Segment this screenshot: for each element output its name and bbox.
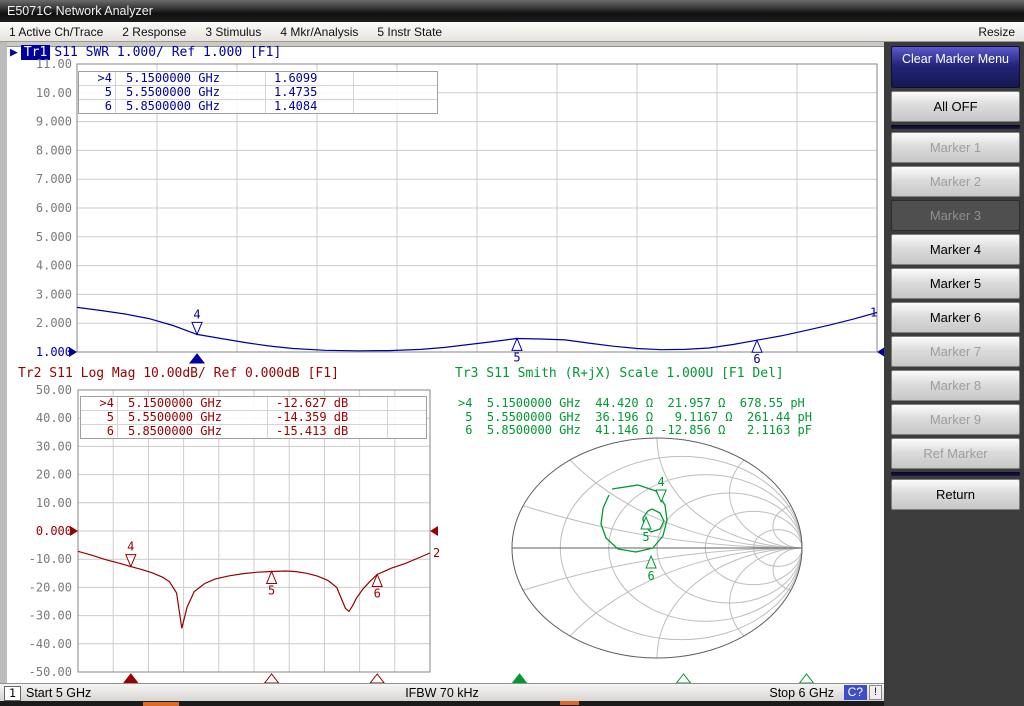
menu-response[interactable]: 2 Response — [122, 25, 186, 39]
sweep-start-readout: Start 5 GHz — [26, 686, 91, 700]
softkey-group-separator — [891, 472, 1020, 476]
svg-text:-40.00: -40.00 — [29, 637, 72, 651]
softkey-menu-title: Clear Marker Menu — [891, 46, 1020, 88]
svg-text:1.000: 1.000 — [36, 345, 72, 359]
menu-bar: 1 Active Ch/Trace 2 Response 3 Stimulus … — [0, 22, 1024, 42]
marker-row: >45.1500000 GHz-12.627 dB — [81, 397, 426, 411]
marker-row: 55.5500000 GHz-14.359 dB — [81, 411, 426, 425]
svg-text:-20.00: -20.00 — [29, 580, 72, 594]
svg-text:4: 4 — [193, 307, 200, 321]
warning-indicator[interactable]: ! — [869, 685, 882, 700]
marker-row: 5 5.5500000 GHz 36.196 Ω 9.1167 Ω 261.44… — [458, 411, 812, 425]
svg-text:10.00: 10.00 — [36, 86, 72, 100]
marker-row: 55.5500000 GHz1.4735 — [79, 86, 437, 100]
svg-text:30.00: 30.00 — [36, 439, 72, 453]
svg-text:2: 2 — [433, 546, 440, 560]
softkey-marker-8[interactable]: Marker 8 — [891, 370, 1020, 401]
marker-row: 65.8500000 GHz-15.413 dB — [81, 425, 426, 438]
svg-text:9.000: 9.000 — [36, 115, 72, 129]
svg-text:0.000: 0.000 — [36, 524, 72, 538]
ifbw-readout: IFBW 70 kHz — [405, 686, 479, 700]
svg-text:6: 6 — [753, 352, 760, 366]
svg-text:8.000: 8.000 — [36, 143, 72, 157]
menu-mkr-analysis[interactable]: 4 Mkr/Analysis — [280, 25, 358, 39]
svg-text:1: 1 — [870, 306, 877, 320]
title-bar[interactable]: E5071C Network Analyzer — [0, 0, 1024, 22]
tr3-marker-readout: >4 5.1500000 GHz 44.420 Ω 21.957 Ω 678.5… — [458, 397, 812, 438]
svg-text:-50.00: -50.00 — [29, 665, 72, 679]
svg-text:50.00: 50.00 — [36, 383, 72, 397]
marker-row: >45.1500000 GHz1.6099 — [79, 72, 437, 86]
svg-text:6: 6 — [647, 569, 654, 583]
tr2-marker-readout: >45.1500000 GHz-12.627 dB55.5500000 GHz-… — [80, 396, 427, 439]
svg-text:40.00: 40.00 — [36, 411, 72, 425]
svg-text:4: 4 — [127, 540, 134, 554]
softkey-return[interactable]: Return — [891, 479, 1020, 510]
svg-text:3.000: 3.000 — [36, 287, 72, 301]
softkey-marker-1[interactable]: Marker 1 — [891, 132, 1020, 163]
softkey-group-separator — [891, 125, 1020, 129]
svg-text:5: 5 — [268, 583, 275, 597]
svg-text:5.000: 5.000 — [36, 230, 72, 244]
menu-instr-state[interactable]: 5 Instr State — [377, 25, 442, 39]
softkey-marker-2[interactable]: Marker 2 — [891, 166, 1020, 197]
instrument-screen: E5071C Network Analyzer 1 Active Ch/Trac… — [0, 0, 1024, 706]
softkey-sidebar: Clear Marker Menu All OFFMarker 1Marker … — [884, 42, 1024, 706]
softkey-ref-marker[interactable]: Ref Marker — [891, 438, 1020, 469]
svg-text:10.00: 10.00 — [36, 496, 72, 510]
charts-svg: 11.00 10.00 9.000 8.000 7.000 6.000 5.000 4.000… — [0, 42, 884, 683]
svg-text:11.00: 11.00 — [36, 57, 72, 71]
svg-text:5: 5 — [642, 530, 649, 544]
svg-text:2.000: 2.000 — [36, 316, 72, 330]
svg-text:4.000: 4.000 — [36, 259, 72, 273]
svg-text:5: 5 — [513, 350, 520, 364]
softkey-marker-6[interactable]: Marker 6 — [891, 302, 1020, 333]
correction-status-badge: C? — [844, 685, 867, 700]
svg-text:20.00: 20.00 — [36, 468, 72, 482]
svg-text:-10.00: -10.00 — [29, 552, 72, 566]
menu-stimulus[interactable]: 3 Stimulus — [205, 25, 261, 39]
status-bar: 1 Start 5 GHz IFBW 70 kHz Stop 6 GHz C? … — [0, 683, 884, 701]
softkey-marker-7[interactable]: Marker 7 — [891, 336, 1020, 367]
channel-indicator: 1 — [4, 686, 21, 701]
tr1-marker-readout: >45.1500000 GHz1.609955.5500000 GHz1.473… — [78, 71, 438, 114]
softkey-marker-3[interactable]: Marker 3 — [891, 200, 1020, 231]
svg-text:-30.00: -30.00 — [29, 609, 72, 623]
svg-text:7.000: 7.000 — [36, 172, 72, 186]
menu-resize[interactable]: Resize — [978, 25, 1015, 39]
marker-row: 65.8500000 GHz1.4084 — [79, 100, 437, 113]
svg-text:6.000: 6.000 — [36, 201, 72, 215]
softkey-all-off[interactable]: All OFF — [891, 91, 1020, 122]
marker-row: 6 5.8500000 GHz 41.146 Ω -12.856 Ω 2.116… — [458, 424, 812, 438]
bottom-bezel — [0, 701, 884, 706]
marker-row: >4 5.1500000 GHz 44.420 Ω 21.957 Ω 678.5… — [458, 397, 812, 411]
softkey-marker-5[interactable]: Marker 5 — [891, 268, 1020, 299]
softkey-marker-9[interactable]: Marker 9 — [891, 404, 1020, 435]
svg-text:6: 6 — [374, 586, 381, 600]
window-title: E5071C Network Analyzer — [7, 4, 153, 18]
softkey-list: All OFFMarker 1Marker 2Marker 3Marker 4M… — [891, 91, 1020, 510]
taskbar-glimpse — [560, 701, 579, 705]
softkey-marker-4[interactable]: Marker 4 — [891, 234, 1020, 265]
sweep-stop-readout: Stop 6 GHz — [769, 686, 834, 700]
svg-text:4: 4 — [657, 475, 664, 489]
menu-active-ch-trace[interactable]: 1 Active Ch/Trace — [9, 25, 103, 39]
taskbar-glimpse — [143, 702, 179, 706]
